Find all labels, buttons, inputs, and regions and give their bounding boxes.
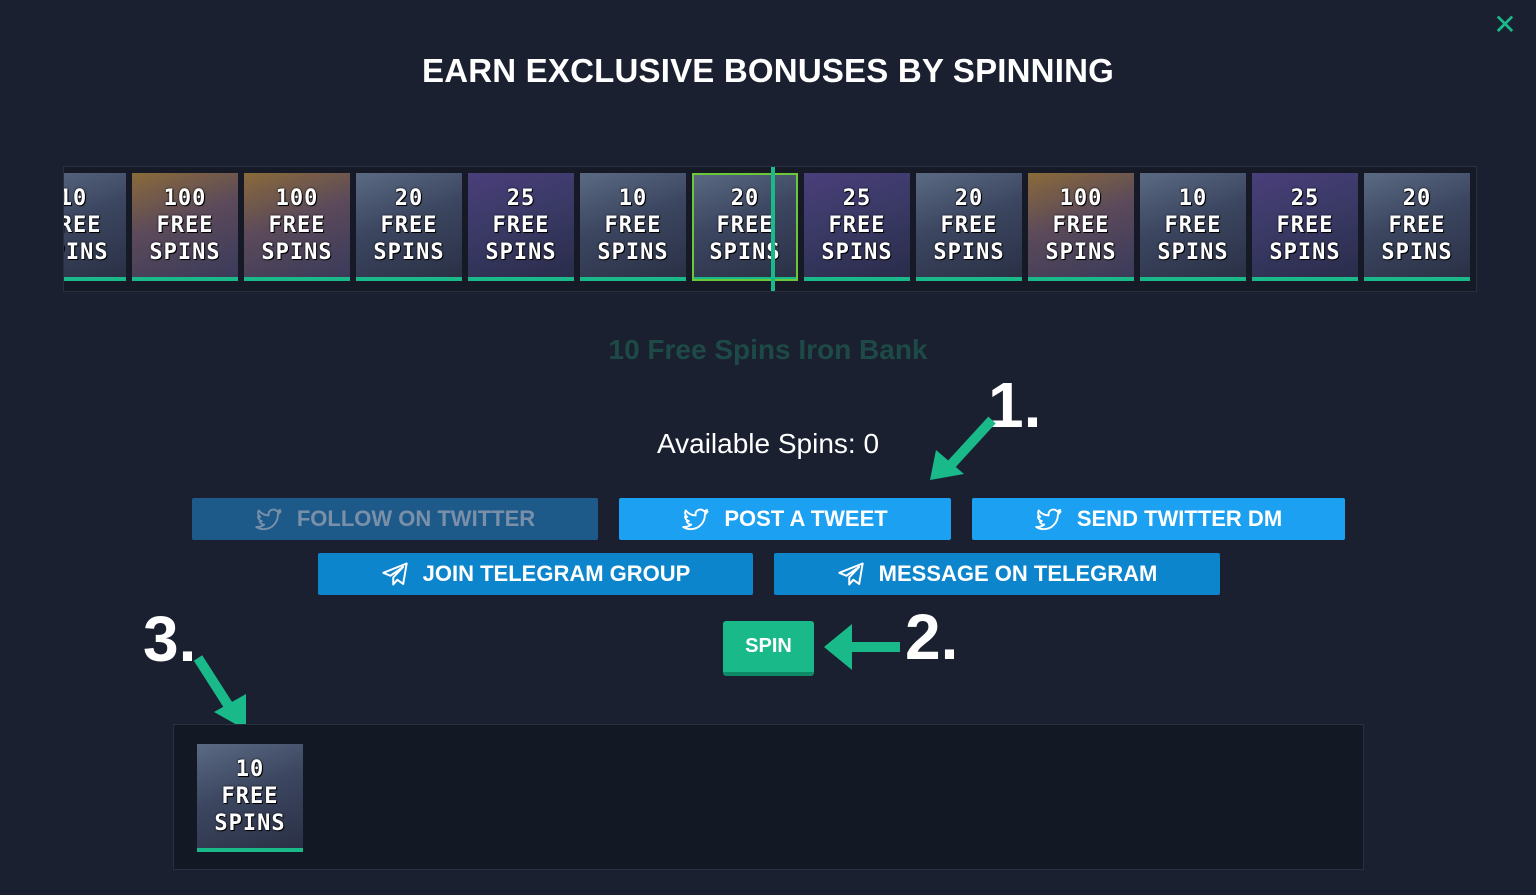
- reel-tile-text: 10: [1178, 185, 1208, 211]
- reel-tile-text: SPINS: [1045, 239, 1117, 265]
- reel-tile-text: 100: [163, 185, 207, 211]
- reel-tile-text: FREE: [380, 212, 438, 238]
- available-spins: Available Spins: 0: [656, 428, 880, 459]
- reel-tile-text: SPINS: [821, 239, 893, 265]
- step-1-arrow-icon: [930, 416, 996, 480]
- reel-tile-text: SPINS: [933, 239, 1005, 265]
- reel-tile-text: FREE: [64, 212, 102, 238]
- post-tweet-button[interactable]: POST A TWEET: [619, 498, 951, 540]
- reel-tile-text: SPINS: [64, 239, 109, 265]
- reel-tile-text: SPINS: [597, 239, 669, 265]
- follow-twitter-button[interactable]: FOLLOW ON TWITTER: [192, 498, 598, 540]
- reel-tile-text: 20: [730, 185, 760, 211]
- reel-tile: 10FREESPINS: [1140, 173, 1246, 281]
- reel-tile: 100 FREE SPINS: [1028, 173, 1134, 281]
- reel-tile-text: 20: [394, 185, 424, 211]
- close-icon[interactable]: ✕: [1492, 11, 1518, 39]
- reel-tile: 20 FREE SPINS: [916, 173, 1022, 281]
- reel-tile: 20 FREE SPINS: [356, 173, 462, 281]
- telegram-icon: [837, 562, 864, 586]
- reel-tile-text: SPINS: [709, 239, 781, 265]
- reel-tile-text: 20: [954, 185, 984, 211]
- won-prizes-box: 10 FREE SPINS: [173, 724, 1364, 870]
- reel-tile-text: SPINS: [149, 239, 221, 265]
- reel-tile: 25 FREE SPINS: [804, 173, 910, 281]
- prize-label: 10 Free Spins Iron Bank: [608, 334, 928, 365]
- step-2-label: 2.: [905, 601, 959, 673]
- modal-title: EARN EXCLUSIVE BONUSES BY SPINNING: [422, 52, 1114, 89]
- twitter-icon: [682, 508, 709, 531]
- spin-button[interactable]: SPIN: [723, 621, 814, 676]
- reel-tile-text: 25: [506, 185, 536, 211]
- reel-tile-text: FREE: [492, 212, 550, 238]
- reel-tile: 10FREESPINS: [580, 173, 686, 281]
- twitter-icon: [255, 508, 282, 531]
- reel-tile-text: FREE: [1276, 212, 1334, 238]
- reel-tile-text: 100: [275, 185, 319, 211]
- reel-tile: 100 FREE SPINS: [244, 173, 350, 281]
- reel-tile-text: SPINS: [1157, 239, 1229, 265]
- twitter-icon: [1035, 508, 1062, 531]
- reel-tile-text: SPINS: [261, 239, 333, 265]
- reel-tile-text: FREE: [828, 212, 886, 238]
- reel-tile-text: SPINS: [373, 239, 445, 265]
- send-twitter-dm-button[interactable]: SEND TWITTER DM: [972, 498, 1345, 540]
- reel-tile-text: FREE: [716, 212, 774, 238]
- send-twitter-dm-label: SEND TWITTER DM: [1076, 506, 1283, 531]
- won-prize-list: 10 FREE SPINS: [197, 744, 303, 852]
- reel-tile-text: 25: [842, 185, 872, 211]
- reel-tile-text: FREE: [604, 212, 662, 238]
- reel-tile-text: FREE: [268, 212, 326, 238]
- step-3-arrow-icon: [193, 655, 246, 730]
- reel-tile-text: 100: [1059, 185, 1103, 211]
- follow-twitter-label: FOLLOW ON TWITTER: [296, 506, 536, 531]
- reel-marker: [771, 167, 775, 291]
- reel-tile-text: FREE: [156, 212, 214, 238]
- reel-tile: 25 FREE SPINS: [468, 173, 574, 281]
- reel-tile-text: 10: [618, 185, 648, 211]
- join-telegram-label: JOIN TELEGRAM GROUP: [422, 561, 691, 586]
- won-tile-text: 10: [235, 756, 265, 782]
- reel-tile: 20 FREE SPINS: [1364, 173, 1470, 281]
- reel-tile-text: 20: [1402, 185, 1432, 211]
- reel-tile: 20 FREE SPINS: [692, 173, 798, 281]
- won-tile-text: FREE: [221, 783, 279, 809]
- message-telegram-label: MESSAGE ON TELEGRAM: [878, 561, 1158, 586]
- reel-tile-text: 25: [1290, 185, 1320, 211]
- spin-reel: 10FREESPINS100FREESPINS100FREESPINS20FRE…: [63, 166, 1477, 292]
- reel-track: 10FREESPINS100FREESPINS100FREESPINS20FRE…: [64, 173, 1470, 283]
- won-tile-text: SPINS: [214, 810, 286, 836]
- post-tweet-label: POST A TWEET: [724, 506, 888, 531]
- spin-modal: ✕ EARN EXCLUSIVE BONUSES BY SPINNING 10F…: [0, 0, 1536, 895]
- reel-tile-text: 10: [64, 185, 88, 211]
- reel-tile-text: SPINS: [485, 239, 557, 265]
- message-telegram-button[interactable]: MESSAGE ON TELEGRAM: [774, 553, 1220, 595]
- reel-tile-text: FREE: [940, 212, 998, 238]
- reel-tile: 10FREESPINS: [64, 173, 126, 281]
- step-2-arrow-icon: [824, 624, 900, 670]
- reel-tile: 100 FREE SPINS: [132, 173, 238, 281]
- reel-tile-text: FREE: [1164, 212, 1222, 238]
- join-telegram-button[interactable]: JOIN TELEGRAM GROUP: [318, 553, 753, 595]
- reel-tile-text: FREE: [1052, 212, 1110, 238]
- reel-tile-text: FREE: [1388, 212, 1446, 238]
- reel-tile: 25 FREE SPINS: [1252, 173, 1358, 281]
- reel-tile-text: SPINS: [1381, 239, 1453, 265]
- reel-tile-text: SPINS: [1269, 239, 1341, 265]
- won-tile: 10 FREE SPINS: [197, 744, 303, 852]
- telegram-icon: [381, 562, 408, 586]
